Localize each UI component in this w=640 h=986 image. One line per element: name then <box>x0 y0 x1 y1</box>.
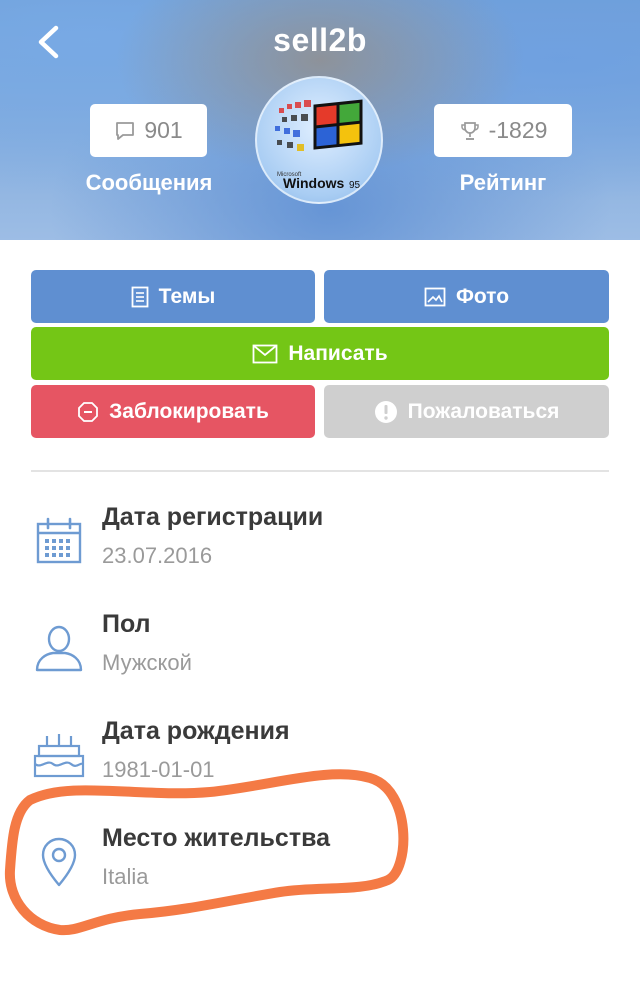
photo-label: Фото <box>455 284 510 308</box>
comment-icon <box>116 121 135 140</box>
user-icon <box>35 625 83 672</box>
image-icon <box>424 287 446 306</box>
messages-count-button[interactable]: 901 <box>90 104 207 157</box>
location-pin-icon <box>41 837 77 887</box>
envelope-icon <box>252 344 278 363</box>
write-label: Написать <box>288 341 388 365</box>
photo-button[interactable]: Фото <box>324 270 609 323</box>
messages-count: 901 <box>144 117 183 143</box>
registration-date-value: 23.07.2016 <box>102 543 213 568</box>
logo-text: Windows <box>283 175 345 191</box>
report-button[interactable]: Пожаловаться <box>324 385 609 438</box>
topics-button[interactable]: Темы <box>31 270 315 323</box>
info-registration-date: Дата регистрации 23.07.2016 <box>31 503 609 583</box>
report-label: Пожаловаться <box>407 399 560 423</box>
rating-button[interactable]: -1829 <box>434 104 572 157</box>
info-gender: Пол Мужской <box>31 610 609 690</box>
profile-username: sell2b <box>273 22 367 58</box>
calendar-icon <box>36 517 82 564</box>
birth-date-value: 1981-01-01 <box>102 757 215 782</box>
logo-version: 95 <box>349 180 361 191</box>
block-button[interactable]: Заблокировать <box>31 385 315 438</box>
birth-date-title: Дата рождения <box>102 717 290 745</box>
messages-label: Сообщения <box>85 170 213 195</box>
exclamation-circle-icon <box>374 400 397 423</box>
gender-value: Мужской <box>102 650 192 675</box>
registration-date-title: Дата регистрации <box>102 503 324 531</box>
document-icon <box>131 286 149 307</box>
gender-title: Пол <box>102 610 151 638</box>
profile-header: sell2b 901 Сообщения Microsoft Windows 9… <box>0 0 640 240</box>
topics-label: Темы <box>158 284 216 308</box>
block-label: Заблокировать <box>109 399 269 423</box>
rating-value: -1829 <box>488 117 548 143</box>
residence-title: Место жительства <box>102 824 331 852</box>
cake-icon <box>33 734 85 778</box>
info-birth-date: Дата рождения 1981-01-01 <box>31 717 609 797</box>
avatar: Microsoft Windows 95 <box>255 76 383 204</box>
residence-value: Italia <box>102 864 149 889</box>
windows-logo: Microsoft Windows 95 <box>275 99 363 191</box>
info-residence: Место жительства Italia <box>31 824 609 904</box>
divider <box>31 470 609 472</box>
stop-octagon-icon <box>78 401 99 422</box>
rating-label: Рейтинг <box>459 170 547 195</box>
write-button[interactable]: Написать <box>31 327 609 380</box>
trophy-icon <box>460 121 479 140</box>
